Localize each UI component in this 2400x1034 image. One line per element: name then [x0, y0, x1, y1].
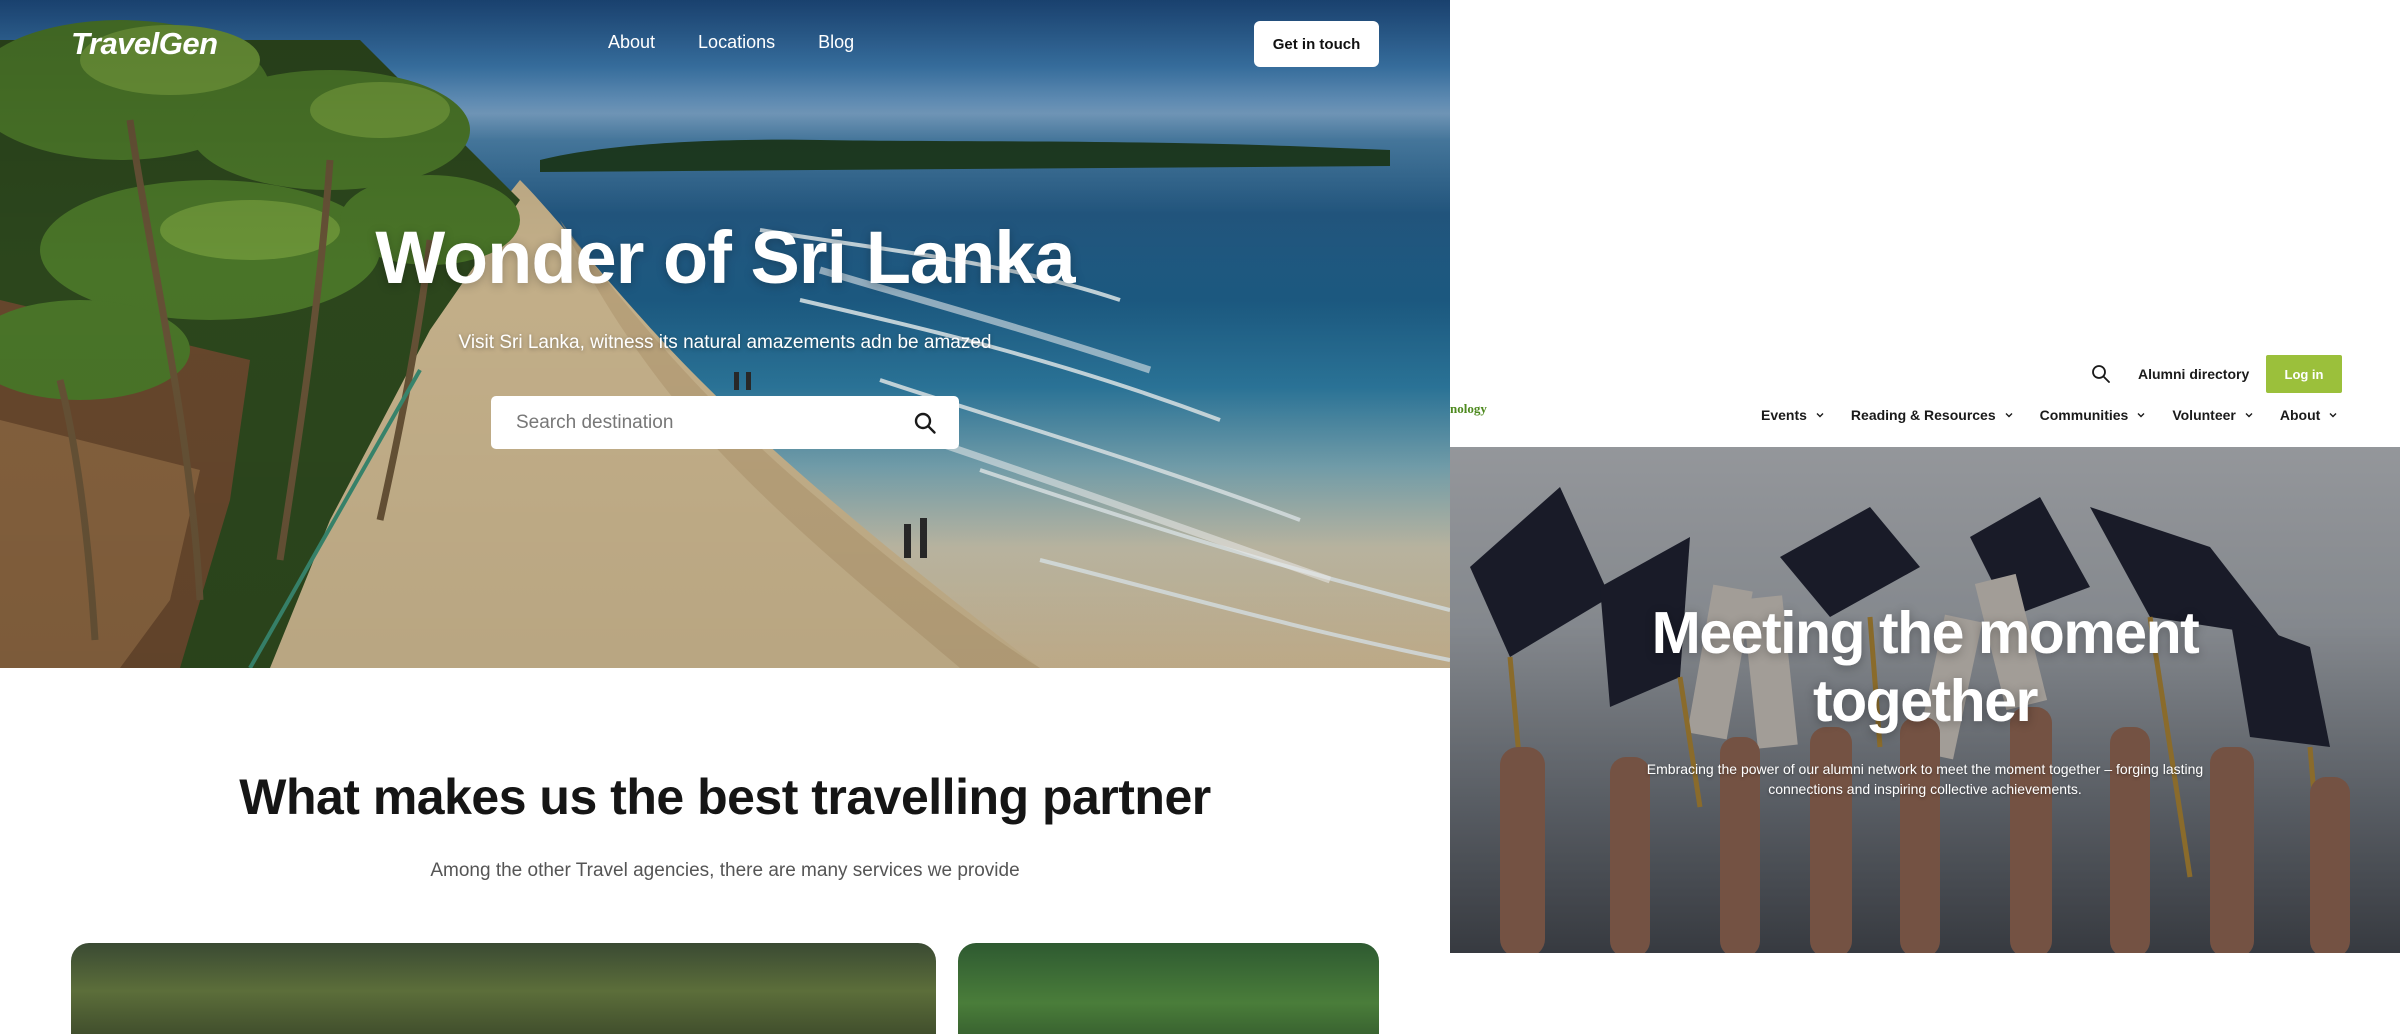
travelgen-page: TravelGen About Locations Blog Get in to… — [0, 0, 1450, 1034]
main-menu: Events Reading & Resources Communities V… — [1761, 407, 2364, 423]
section-subtitle: Among the other Travel agencies, there a… — [430, 860, 1020, 881]
hero-title: Wonder of Sri Lanka — [375, 216, 1075, 299]
menu-item-communities[interactable]: Communities — [2040, 407, 2147, 423]
nav-link-locations[interactable]: Locations — [698, 32, 775, 53]
menu-item-label: Communities — [2039, 407, 2129, 423]
destination-search-bar — [491, 396, 959, 449]
hero-subtitle: Visit Sri Lanka, witness its natural ama… — [458, 332, 992, 353]
brand-logo-fragment[interactable]: nology — [1450, 401, 1487, 417]
alumni-directory-link[interactable]: Alumni directory — [2138, 366, 2249, 382]
hero-subtitle: Embracing the power of our alumni networ… — [1510, 759, 2340, 799]
search-icon[interactable] — [2091, 364, 2111, 384]
graduation-hero-section: Meeting the moment together Embracing th… — [1450, 447, 2400, 953]
menu-item-reading-resources[interactable]: Reading & Resources — [1851, 407, 2014, 423]
service-card-image[interactable] — [958, 943, 1379, 1034]
get-in-touch-button[interactable]: Get in touch — [1254, 21, 1379, 67]
menu-item-label: Events — [1761, 407, 1807, 423]
nav-link-about[interactable]: About — [608, 32, 655, 53]
nav-links: About Locations Blog — [608, 32, 854, 53]
alumni-header — [1450, 352, 2400, 448]
chevron-down-icon — [2329, 413, 2337, 418]
chevron-down-icon — [2005, 413, 2013, 418]
menu-item-label: Volunteer — [2172, 407, 2236, 423]
hero-title-line: together — [1813, 668, 2039, 734]
top-navigation: TravelGen About Locations Blog Get in to… — [0, 0, 1450, 88]
menu-item-volunteer[interactable]: Volunteer — [2172, 407, 2254, 423]
service-card-image[interactable] — [71, 943, 936, 1034]
search-destination-input[interactable] — [516, 411, 913, 434]
menu-item-events[interactable]: Events — [1761, 407, 1825, 423]
chevron-down-icon — [1816, 413, 1824, 418]
hero-subtitle-line: connections and inspiring collective ach… — [1768, 781, 2082, 797]
nav-link-blog[interactable]: Blog — [818, 32, 854, 53]
chevron-down-icon — [2245, 413, 2253, 418]
menu-item-label: About — [2279, 407, 2321, 423]
hero-section: TravelGen About Locations Blog Get in to… — [0, 0, 1450, 668]
menu-item-label: Reading & Resources — [1850, 407, 1996, 423]
hero-title-line: Meeting the moment — [1651, 600, 2200, 666]
alumni-page: nology Alumni directory Log in Events Re… — [1450, 0, 2400, 1034]
chevron-down-icon — [2137, 413, 2145, 418]
section-title: What makes us the best travelling partne… — [239, 769, 1211, 825]
search-icon[interactable] — [913, 411, 937, 435]
login-button[interactable]: Log in — [2266, 355, 2342, 393]
travelgen-logo[interactable]: TravelGen — [71, 26, 218, 62]
hero-title: Meeting the moment together — [1450, 599, 2400, 735]
hero-subtitle-line: Embracing the power of our alumni networ… — [1646, 761, 2204, 777]
menu-item-about[interactable]: About — [2280, 407, 2338, 423]
